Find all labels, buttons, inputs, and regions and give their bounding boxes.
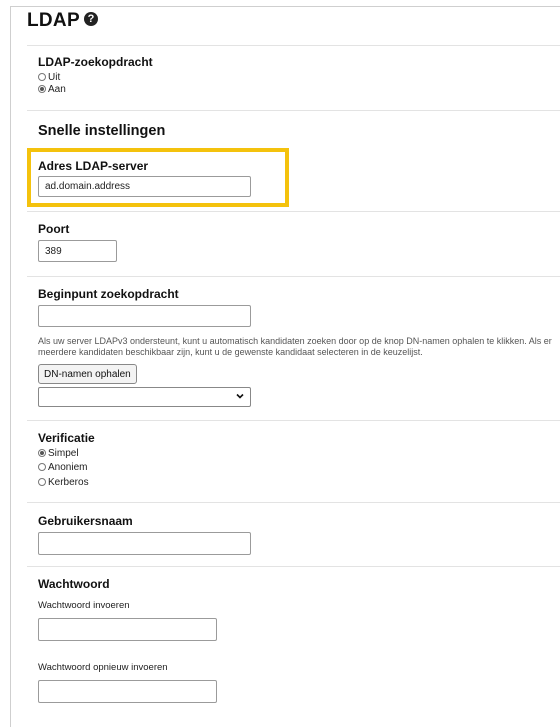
password-input[interactable] bbox=[38, 618, 217, 641]
search-root-help-text: Als uw server LDAPv3 ondersteunt, kunt u… bbox=[38, 336, 552, 357]
radio-on[interactable] bbox=[38, 85, 46, 93]
quick-settings-heading: Snelle instellingen bbox=[38, 123, 166, 139]
username-label: Gebruikersnaam bbox=[38, 514, 133, 528]
divider bbox=[27, 276, 560, 277]
radio-off[interactable] bbox=[38, 73, 46, 81]
server-label: Adres LDAP-server bbox=[38, 159, 149, 173]
radio-anonymous[interactable] bbox=[38, 463, 46, 471]
get-dn-names-button[interactable]: DN-namen ophalen bbox=[38, 364, 137, 384]
radio-anonymous-label: Anoniem bbox=[48, 461, 88, 473]
radio-off-label: Uit bbox=[48, 71, 61, 83]
username-input[interactable] bbox=[38, 532, 251, 555]
ldap-search-label: LDAP-zoekopdracht bbox=[38, 55, 153, 69]
password-enter-label: Wachtwoord invoeren bbox=[38, 600, 130, 611]
auth-option-simple[interactable]: Simpel bbox=[38, 447, 79, 459]
divider bbox=[27, 502, 560, 503]
password-repeat-input[interactable] bbox=[38, 680, 217, 703]
radio-on-label: Aan bbox=[48, 83, 66, 95]
divider bbox=[27, 110, 560, 111]
authentication-label: Verificatie bbox=[38, 431, 95, 445]
auth-option-kerberos[interactable]: Kerberos bbox=[38, 476, 89, 488]
chevron-down-icon bbox=[236, 393, 244, 399]
dn-candidates-select[interactable] bbox=[38, 387, 251, 407]
radio-kerberos[interactable] bbox=[38, 478, 46, 486]
search-root-label: Beginpunt zoekopdracht bbox=[38, 287, 179, 301]
page-title: LDAP bbox=[27, 10, 80, 31]
divider bbox=[27, 420, 560, 421]
help-icon[interactable]: ? bbox=[84, 12, 98, 26]
password-label: Wachtwoord bbox=[38, 577, 110, 591]
radio-simple-label: Simpel bbox=[48, 447, 79, 459]
radio-kerberos-label: Kerberos bbox=[48, 476, 89, 488]
radio-simple[interactable] bbox=[38, 449, 46, 457]
search-root-input[interactable] bbox=[38, 305, 251, 327]
port-label: Poort bbox=[38, 222, 70, 236]
divider bbox=[27, 566, 560, 567]
server-address-input[interactable]: ad.domain.address bbox=[38, 176, 251, 197]
port-input[interactable]: 389 bbox=[38, 240, 117, 262]
auth-option-anonymous[interactable]: Anoniem bbox=[38, 461, 87, 473]
ldap-search-option-off[interactable]: Uit bbox=[38, 71, 60, 83]
password-repeat-label: Wachtwoord opnieuw invoeren bbox=[38, 662, 168, 673]
divider bbox=[27, 211, 560, 212]
ldap-search-option-on[interactable]: Aan bbox=[38, 83, 66, 95]
divider bbox=[27, 45, 560, 46]
